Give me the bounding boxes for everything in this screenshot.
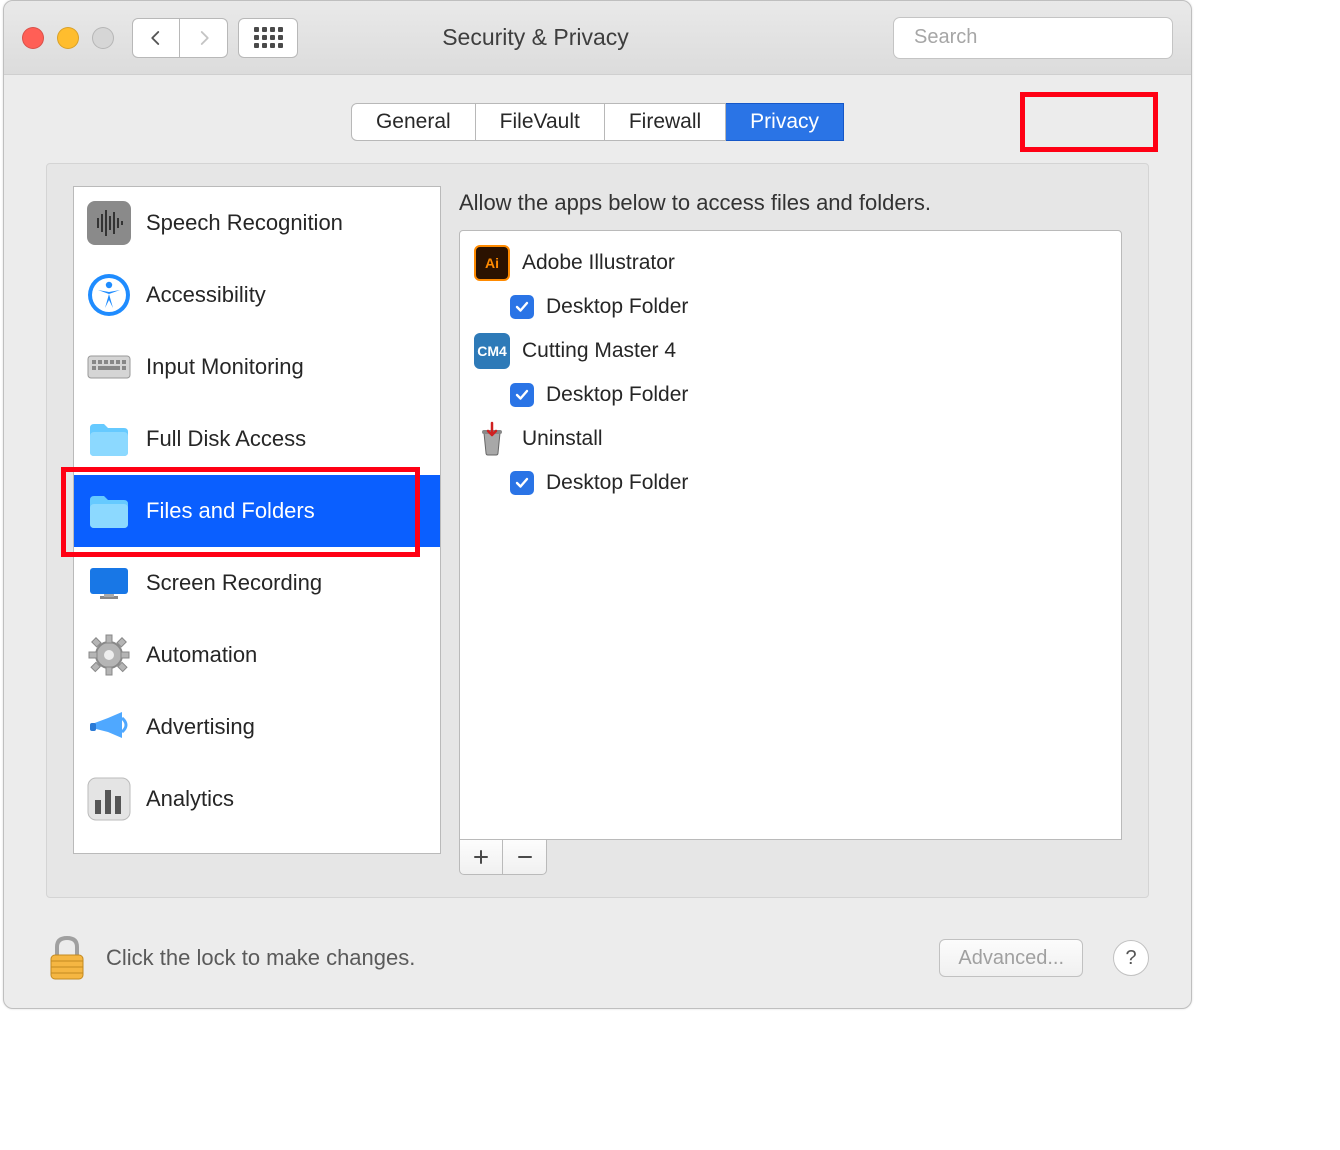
- display-icon: [86, 560, 132, 606]
- permission-row: Desktop Folder: [474, 285, 1107, 329]
- app-row-illustrator: Ai Adobe Illustrator: [474, 241, 1107, 285]
- sidebar-item-screen-recording[interactable]: Screen Recording: [74, 547, 440, 619]
- folder-icon: [86, 416, 132, 462]
- zoom-window-button[interactable]: [92, 27, 114, 49]
- search-input[interactable]: [914, 26, 1179, 49]
- sidebar-item-label: Screen Recording: [146, 570, 322, 596]
- tabs: General FileVault Firewall Privacy: [351, 103, 844, 141]
- sidebar-item-label: Full Disk Access: [146, 426, 306, 452]
- content-area: General FileVault Firewall Privacy Speec…: [4, 75, 1191, 918]
- add-remove-buttons: [459, 839, 1122, 875]
- back-button[interactable]: [132, 18, 180, 58]
- sidebar-item-accessibility[interactable]: Accessibility: [74, 259, 440, 331]
- toolbar: Security & Privacy: [4, 1, 1191, 75]
- sidebar-item-label: Files and Folders: [146, 498, 315, 524]
- help-button[interactable]: ?: [1113, 940, 1149, 976]
- footer: Click the lock to make changes. Advanced…: [4, 918, 1191, 1008]
- ai-app-icon: Ai: [474, 245, 510, 281]
- keyboard-icon: [86, 344, 132, 390]
- permission-row: Desktop Folder: [474, 461, 1107, 505]
- sidebar-item-input-monitoring[interactable]: Input Monitoring: [74, 331, 440, 403]
- advanced-button[interactable]: Advanced...: [939, 939, 1083, 977]
- sidebar-item-label: Speech Recognition: [146, 210, 343, 236]
- sidebar-item-label: Accessibility: [146, 282, 266, 308]
- permission-label: Desktop Folder: [546, 295, 688, 319]
- folder-icon: [86, 488, 132, 534]
- chevron-left-icon: [147, 29, 165, 47]
- minus-icon: [517, 849, 533, 865]
- sidebar-item-analytics[interactable]: Analytics: [74, 763, 440, 835]
- sidebar-item-label: Analytics: [146, 786, 234, 812]
- app-row-cutting-master: CM4 Cutting Master 4: [474, 329, 1107, 373]
- checkbox-desktop-folder[interactable]: [510, 471, 534, 495]
- sidebar-item-automation[interactable]: Automation: [74, 619, 440, 691]
- preferences-window: Security & Privacy General FileVault Fir…: [3, 0, 1192, 1009]
- app-name: Cutting Master 4: [522, 339, 676, 363]
- minimize-window-button[interactable]: [57, 27, 79, 49]
- privacy-pane: Speech Recognition Accessibility Input M…: [46, 163, 1149, 898]
- tab-filevault[interactable]: FileVault: [476, 103, 605, 141]
- remove-button[interactable]: [503, 839, 547, 875]
- megaphone-icon: [86, 704, 132, 750]
- app-name: Uninstall: [522, 427, 603, 451]
- sidebar-item-speech-recognition[interactable]: Speech Recognition: [74, 187, 440, 259]
- gear-icon: [86, 632, 132, 678]
- permission-row: Desktop Folder: [474, 373, 1107, 417]
- tab-general[interactable]: General: [351, 103, 476, 141]
- tabs-wrap: General FileVault Firewall Privacy: [46, 103, 1149, 141]
- waveform-icon: [86, 200, 132, 246]
- traffic-lights: [22, 27, 114, 49]
- app-row-uninstall: Uninstall: [474, 417, 1107, 461]
- close-window-button[interactable]: [22, 27, 44, 49]
- uninstall-app-icon: [474, 421, 510, 457]
- sidebar-item-advertising[interactable]: Advertising: [74, 691, 440, 763]
- search-field[interactable]: [893, 17, 1173, 59]
- lock-text: Click the lock to make changes.: [106, 945, 921, 971]
- detail-header: Allow the apps below to access files and…: [459, 190, 1122, 216]
- app-permissions-list[interactable]: Ai Adobe Illustrator Desktop Folder CM4 …: [459, 230, 1122, 840]
- sidebar-item-label: Advertising: [146, 714, 255, 740]
- accessibility-icon: [86, 272, 132, 318]
- window-title: Security & Privacy: [178, 24, 893, 51]
- permission-label: Desktop Folder: [546, 471, 688, 495]
- bars-icon: [86, 776, 132, 822]
- privacy-categories-sidebar[interactable]: Speech Recognition Accessibility Input M…: [73, 186, 441, 854]
- plus-icon: [473, 849, 489, 865]
- check-icon: [514, 299, 530, 315]
- checkbox-desktop-folder[interactable]: [510, 295, 534, 319]
- sidebar-item-label: Automation: [146, 642, 257, 668]
- sidebar-item-files-and-folders[interactable]: Files and Folders: [74, 475, 440, 547]
- annotation-highlight-tab: [1020, 92, 1158, 152]
- sidebar-item-label: Input Monitoring: [146, 354, 304, 380]
- checkbox-desktop-folder[interactable]: [510, 383, 534, 407]
- cm4-app-icon: CM4: [474, 333, 510, 369]
- permission-label: Desktop Folder: [546, 383, 688, 407]
- tab-privacy[interactable]: Privacy: [726, 103, 844, 141]
- check-icon: [514, 475, 530, 491]
- lock-icon[interactable]: [46, 933, 88, 983]
- tab-firewall[interactable]: Firewall: [605, 103, 726, 141]
- add-button[interactable]: [459, 839, 503, 875]
- detail-panel: Allow the apps below to access files and…: [459, 186, 1122, 875]
- sidebar-wrap: Speech Recognition Accessibility Input M…: [73, 186, 441, 875]
- check-icon: [514, 387, 530, 403]
- app-name: Adobe Illustrator: [522, 251, 675, 275]
- sidebar-item-full-disk-access[interactable]: Full Disk Access: [74, 403, 440, 475]
